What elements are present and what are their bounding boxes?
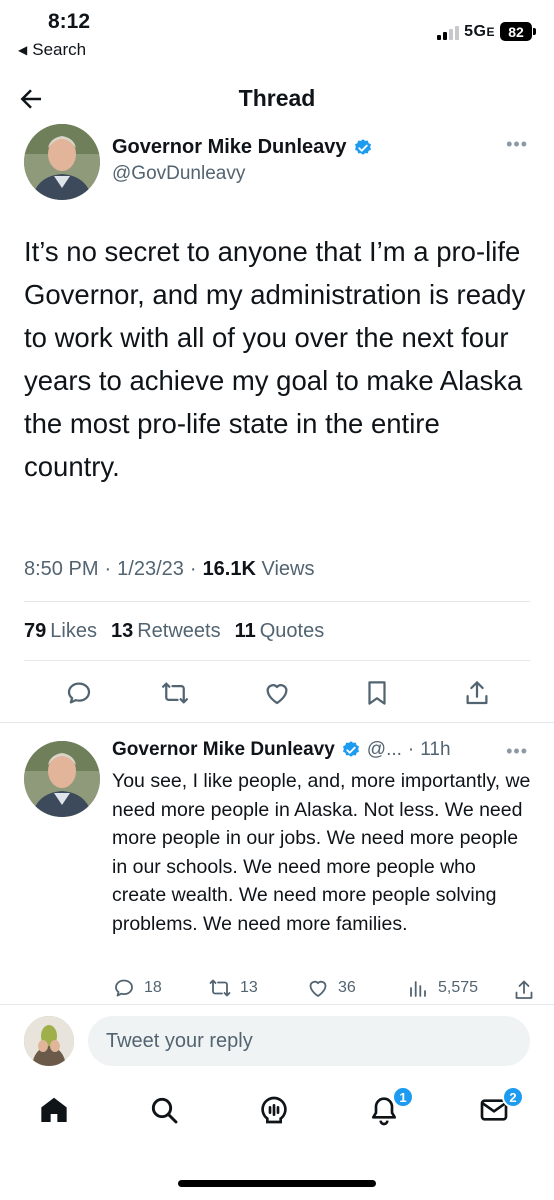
home-icon <box>41 1097 67 1122</box>
status-indicators: 5GE 82 <box>437 22 536 41</box>
like-icon[interactable] <box>262 678 292 708</box>
divider <box>0 1004 554 1005</box>
reply-time: 11h <box>420 739 451 760</box>
views-icon <box>410 981 426 997</box>
tweet-meta: 8:50 PM · 1/23/23 · 16.1K Views <box>24 558 315 581</box>
bottom-nav: 1 2 <box>0 1086 554 1144</box>
reply-likes-count: 36 <box>338 979 356 996</box>
divider <box>24 601 530 602</box>
reply-author-avatar[interactable] <box>24 741 100 817</box>
nav-search[interactable] <box>148 1094 184 1130</box>
nav-messages[interactable]: 2 <box>478 1086 524 1130</box>
nav-spaces[interactable] <box>258 1094 294 1130</box>
signal-strength-icon <box>437 24 460 40</box>
author-name[interactable]: Governor Mike Dunleavy <box>112 136 347 159</box>
back-triangle-icon: ◀ <box>18 43 28 57</box>
share-icon[interactable] <box>512 978 536 1002</box>
more-options-icon[interactable]: ••• <box>506 134 528 155</box>
reply-icon <box>115 979 133 997</box>
tweet-stats: 79 Likes 13 Retweets 11 Quotes <box>24 620 324 643</box>
reply-views-count: 5,575 <box>438 979 479 996</box>
reply-retweets-count: 13 <box>240 979 258 996</box>
status-time: 8:12 <box>48 10 91 33</box>
verified-badge-icon <box>354 138 371 155</box>
messages-badge: 2 <box>502 1086 524 1108</box>
reply-like-button[interactable]: 36 <box>306 976 356 1000</box>
author-handle[interactable]: @GovDunleavy <box>112 163 245 185</box>
thread-header: Thread <box>0 76 554 122</box>
quotes-count[interactable]: 11 Quotes <box>235 620 325 643</box>
reply-reply-button[interactable]: 18 <box>112 976 162 1000</box>
author-name-row[interactable]: Governor Mike Dunleavy <box>112 136 373 159</box>
share-icon[interactable] <box>462 678 492 708</box>
reply-icon[interactable] <box>64 678 94 708</box>
reply-text: You see, I like people, and, more import… <box>112 770 531 935</box>
tweet-date: 1/23/23 <box>117 558 184 580</box>
battery-indicator: 82 <box>500 22 536 41</box>
back-to-search-link[interactable]: ◀ Search <box>18 40 86 60</box>
verified-badge-icon <box>342 741 359 757</box>
search-icon <box>151 1097 178 1124</box>
reply-retweet-button[interactable]: 13 <box>208 976 258 1000</box>
reply-more-options-icon[interactable]: ••• <box>506 741 528 762</box>
tweet-action-bar <box>0 672 554 716</box>
author-avatar[interactable] <box>24 124 100 200</box>
reply-header[interactable]: Governor Mike Dunleavy @... · 11h <box>112 739 451 761</box>
page-title: Thread <box>238 85 316 111</box>
retweet-icon <box>209 979 231 997</box>
reply-replies-count: 18 <box>144 979 162 996</box>
spaces-icon <box>261 1096 287 1124</box>
bookmark-icon[interactable] <box>362 678 392 708</box>
home-indicator[interactable] <box>178 1180 376 1187</box>
retweet-icon[interactable] <box>160 678 190 708</box>
author-photo <box>24 124 100 200</box>
current-user-photo <box>24 1016 74 1066</box>
retweets-count[interactable]: 13 Retweets <box>111 620 221 643</box>
nav-notifications[interactable]: 1 <box>368 1086 414 1130</box>
tweet-text: It’s no secret to anyone that I’m a pro-… <box>24 236 526 482</box>
nav-home[interactable] <box>38 1094 74 1130</box>
back-to-search-label: Search <box>32 40 87 59</box>
reply-views-button[interactable]: 5,575 <box>406 976 478 1000</box>
reply-input[interactable] <box>88 1016 530 1066</box>
network-type: 5GE <box>464 22 495 40</box>
reply-action-bar: 18 13 36 5,575 <box>112 976 542 1006</box>
divider <box>24 660 530 661</box>
notifications-badge: 1 <box>392 1086 414 1108</box>
tweet-views[interactable]: 16.1K Views <box>203 558 315 581</box>
like-icon <box>309 980 327 997</box>
divider <box>0 722 554 723</box>
status-bar: 8:12 ◀ Search 5GE 82 <box>0 0 554 70</box>
current-user-avatar[interactable] <box>24 1016 74 1066</box>
reply-author-name[interactable]: Governor Mike Dunleavy <box>112 739 335 761</box>
tweet-time: 8:50 PM <box>24 558 99 580</box>
reply-author-handle[interactable]: @... <box>367 739 402 761</box>
reply-author-photo <box>24 741 100 817</box>
likes-count[interactable]: 79 Likes <box>24 620 97 643</box>
